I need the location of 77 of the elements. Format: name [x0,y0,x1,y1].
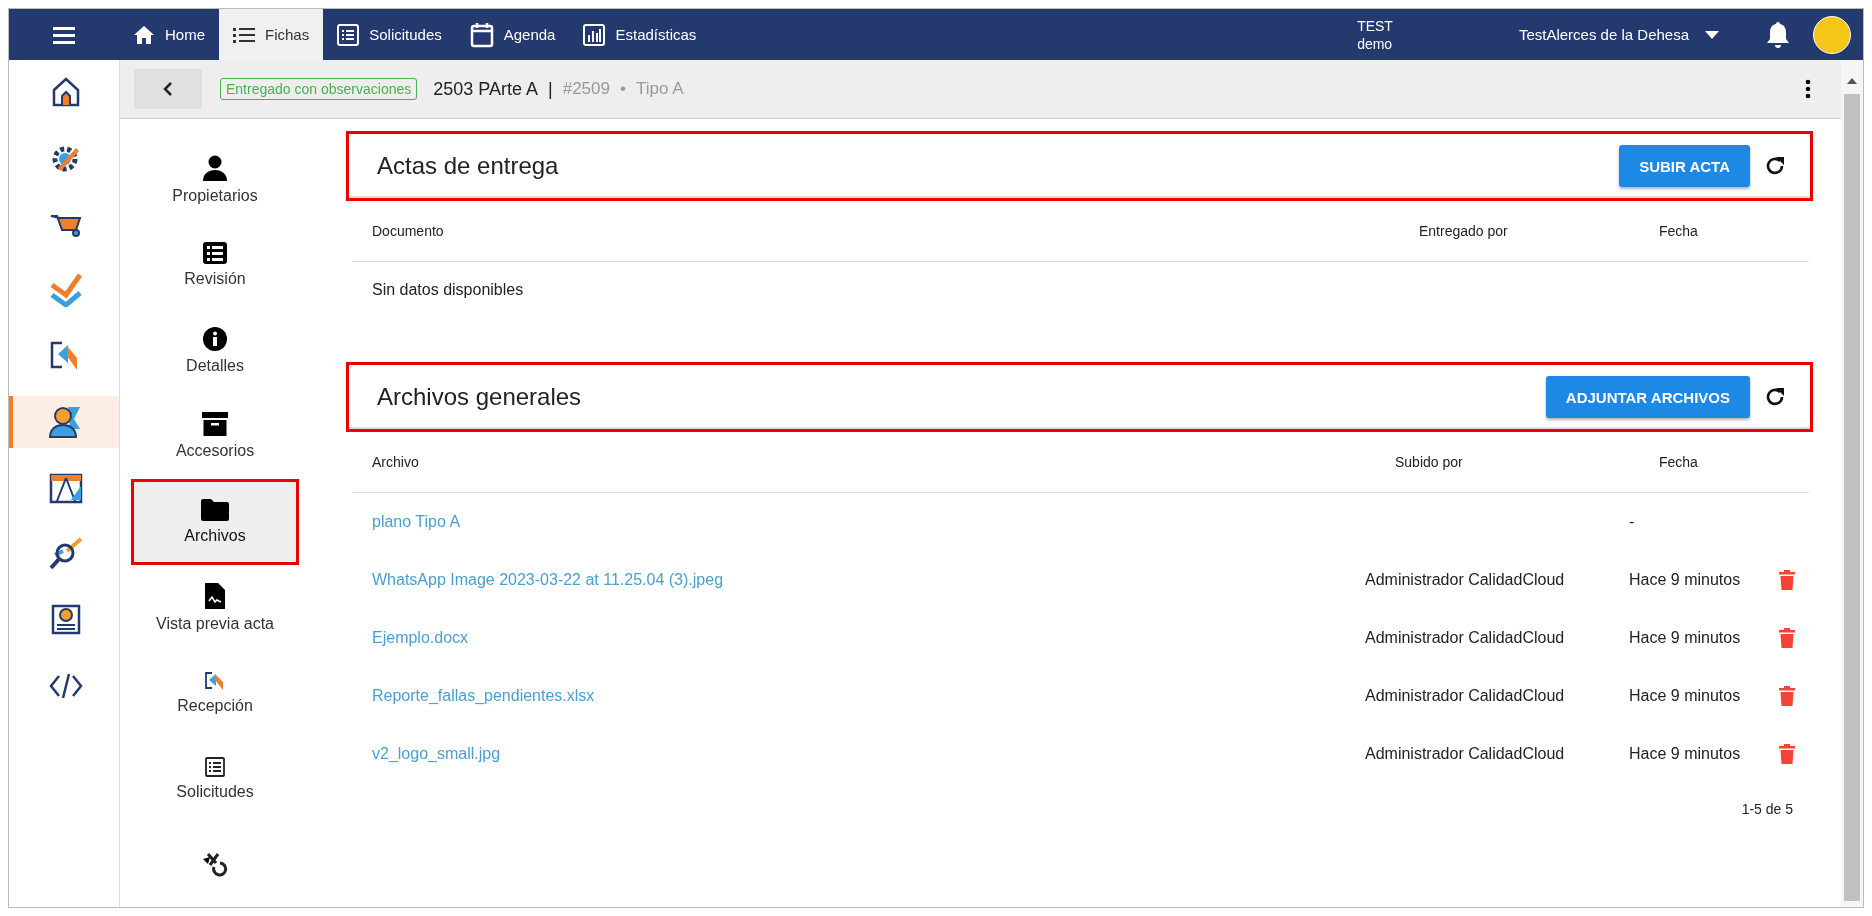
environment-label: TEST [1357,16,1393,35]
trash-icon[interactable] [1779,686,1795,706]
magnifier-icon [49,537,83,571]
avatar[interactable] [1813,15,1851,54]
table-cell: Administrador CalidadCloud [1365,745,1565,762]
trash-icon[interactable] [1779,628,1795,648]
table-cell: Administrador CalidadCloud [1365,629,1565,646]
table-cell: Hace 9 minutos [1629,571,1741,588]
table-cell: Hace 9 minutos [1629,745,1741,762]
archive-box-icon [202,412,228,437]
form-icon [337,23,360,46]
table-cell: Administrador CalidadCloud [1365,687,1565,704]
column-header: Documento [372,223,445,239]
trash-icon[interactable] [1779,570,1795,590]
nav-tab[interactable]: Home [119,9,219,60]
section-tab[interactable]: Revisión [131,222,299,309]
column-header: Subido por [1395,454,1464,470]
scrollbar[interactable] [1841,60,1863,907]
section-tab[interactable]: Detalles [131,308,299,394]
more-options-icon[interactable] [1805,79,1811,99]
table-cell: - [1629,513,1635,530]
undo-icon [202,851,228,878]
export-icon [204,671,226,692]
drafting-icon [49,472,83,504]
folder-icon [201,499,229,522]
rail-item[interactable] [9,396,119,448]
unit-title: 2503 PArte A [433,78,538,100]
menu-icon [53,25,75,44]
info-icon [203,326,227,351]
column-header: Entregado por [1419,223,1509,239]
form-icon [205,756,225,777]
person-icon [203,154,227,181]
nav-tab[interactable]: Estadísticas [569,9,711,60]
project-dropdown[interactable]: TestAlerces de la Dehesa [1512,25,1725,44]
table-cell: Hace 9 minutos [1629,629,1741,646]
column-header: Archivo [372,454,420,470]
section-tab[interactable]: Solicitudes [131,735,299,822]
nav-tab[interactable]: Solicitudes [323,9,456,60]
house-icon [50,76,82,108]
caret-icon [1705,30,1719,39]
table-cell: Administrador CalidadCloud [1365,571,1565,588]
unit-number: #2509 [562,79,610,99]
unit-type: Tipo A [635,79,684,99]
attach-button[interactable]: ADJUNTAR ARCHIVOS [1545,376,1750,418]
calendar-icon [469,21,494,48]
refresh-icon[interactable] [1764,386,1786,408]
chevron-left-icon [163,81,173,97]
list-icon [233,26,255,43]
list-icon [203,242,227,265]
section-title: Archivos generales [377,383,582,411]
code-icon [49,672,83,700]
environment-label: demo [1357,34,1393,53]
section-tab[interactable]: Propietarios [131,137,299,223]
home-icon [133,24,155,45]
scroll-up-icon[interactable] [1847,78,1857,84]
section-tab[interactable]: Vista previa acta [131,564,299,651]
section-tab[interactable]: Recepción [131,650,299,736]
column-header: Fecha [1659,223,1699,239]
nav-tab[interactable]: Agenda [455,9,570,60]
empty-message: Sin datos disponibles [372,281,524,299]
separator: | [548,78,553,100]
pagination-label: 1-5 de 5 [1741,801,1793,817]
bullet: • [619,79,626,99]
bar-chart-icon [583,23,606,46]
nav-tab[interactable]: Fichas [219,9,324,60]
trash-icon[interactable] [1779,744,1795,764]
status-badge: Entregado con observaciones [220,78,418,100]
table-cell: Hace 9 minutos [1629,687,1741,704]
refresh-icon[interactable] [1764,155,1786,177]
section-tab[interactable]: Accesorios [131,393,299,480]
notifications-icon[interactable] [1765,20,1791,49]
checkmarks-icon [50,273,82,307]
column-header: Fecha [1659,454,1699,470]
section-title: Actas de entrega [377,152,559,180]
section-tab[interactable]: Archivos [131,479,299,565]
upload-button[interactable]: SUBIR ACTA [1619,145,1750,187]
document-icon [205,582,225,609]
